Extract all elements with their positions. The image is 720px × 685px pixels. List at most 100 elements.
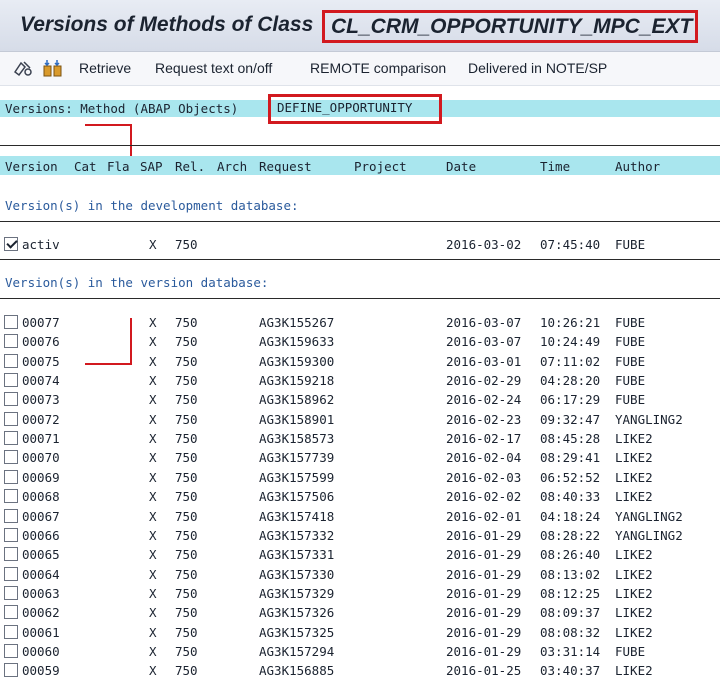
release-cell: 750 — [175, 411, 198, 427]
row-checkbox[interactable] — [4, 431, 18, 446]
table-row[interactable]: 00061 X 750 AG3K157325 2016-01-29 08:08:32 LIK… — [0, 623, 720, 642]
col-arch[interactable]: Arch — [217, 159, 247, 174]
row-checkbox[interactable] — [4, 450, 18, 465]
flag-cell: X — [149, 450, 157, 466]
row-checkbox[interactable] — [4, 237, 18, 251]
table-row[interactable]: 00076 X 750 AG3K159633 2016-03-07 10:24:49 FUB… — [0, 332, 720, 351]
active-version-row[interactable]: activ X 750 2016-03-02 07:45:40 FUBE — [0, 235, 720, 254]
row-checkbox[interactable] — [4, 527, 18, 542]
version-cell: 00075 — [22, 353, 60, 369]
row-checkbox[interactable] — [4, 353, 18, 368]
display-change-icon[interactable] — [12, 58, 34, 78]
col-release[interactable]: Rel. — [175, 159, 205, 174]
row-checkbox[interactable] — [4, 547, 18, 562]
col-author[interactable]: Author — [615, 159, 660, 174]
time-cell: 06:52:52 — [540, 469, 601, 485]
table-row[interactable]: 00060 X 750 AG3K157294 2016-01-29 03:31:14 FUB… — [0, 642, 720, 661]
row-checkbox[interactable] — [4, 643, 18, 658]
time-cell: 08:28:22 — [540, 527, 601, 543]
col-flag[interactable]: Fla — [107, 159, 130, 174]
table-row[interactable]: 00077 X 750 AG3K155267 2016-03-07 10:26:21 FUB… — [0, 313, 720, 332]
table-row[interactable]: 00074 X 750 AG3K159218 2016-02-29 04:28:20 FUB… — [0, 371, 720, 390]
table-row[interactable]: 00071 X 750 AG3K158573 2016-02-17 08:45:28 LIK… — [0, 429, 720, 448]
version-cell: 00073 — [22, 392, 60, 408]
row-checkbox[interactable] — [4, 373, 18, 388]
date-cell: 2016-03-07 — [446, 334, 522, 350]
request-cell: AG3K157329 — [259, 585, 335, 601]
version-cell: 00068 — [22, 489, 60, 505]
row-checkbox[interactable] — [4, 392, 18, 407]
version-cell: 00061 — [22, 624, 60, 640]
table-row[interactable]: 00070 X 750 AG3K157739 2016-02-04 08:29:41 LIK… — [0, 448, 720, 467]
retrieve-button[interactable]: Retrieve — [79, 60, 131, 76]
remote-comparison-button[interactable]: REMOTE comparison — [310, 60, 446, 76]
release-cell: 750 — [175, 527, 198, 543]
col-project[interactable]: Project — [354, 159, 407, 174]
row-checkbox[interactable] — [4, 508, 18, 523]
time-cell: 08:29:41 — [540, 450, 601, 466]
title-bar: Versions of Methods of Class CL_CRM_OPPO… — [0, 0, 720, 52]
col-time[interactable]: Time — [540, 159, 570, 174]
class-name-highlight: CL_CRM_OPPORTUNITY_MPC_EXT — [322, 10, 698, 43]
table-row[interactable]: 00067 X 750 AG3K157418 2016-02-01 04:18:24 YAN… — [0, 507, 720, 526]
col-request[interactable]: Request — [259, 159, 312, 174]
col-date[interactable]: Date — [446, 159, 476, 174]
release-cell: 750 — [175, 353, 198, 369]
date-cell: 2016-01-29 — [446, 566, 522, 582]
date-cell: 2016-02-24 — [446, 392, 522, 408]
table-row[interactable]: 00064 X 750 AG3K157330 2016-01-29 08:13:02 LIK… — [0, 565, 720, 584]
delivered-note-button[interactable]: Delivered in NOTE/SP — [468, 60, 607, 76]
flag-cell: X — [149, 547, 157, 563]
request-cell: AG3K156885 — [259, 663, 335, 679]
author-cell: YANGLING2 — [615, 508, 683, 524]
row-checkbox[interactable] — [4, 663, 18, 678]
time-cell: 07:11:02 — [540, 353, 601, 369]
release-cell: 750 — [175, 334, 198, 350]
release-cell: 750 — [175, 585, 198, 601]
release-cell: 750 — [175, 431, 198, 447]
author-cell: LIKE2 — [615, 624, 653, 640]
date-cell: 2016-01-29 — [446, 643, 522, 659]
time-cell: 08:09:37 — [540, 605, 601, 621]
row-checkbox[interactable] — [4, 605, 18, 620]
table-row[interactable]: 00063 X 750 AG3K157329 2016-01-29 08:12:25 LIK… — [0, 584, 720, 603]
row-checkbox[interactable] — [4, 585, 18, 600]
section-development-db: Version(s) in the development database: — [5, 198, 299, 213]
col-version[interactable]: Version — [5, 159, 58, 174]
table-row[interactable]: 00066 X 750 AG3K157332 2016-01-29 08:28:22 YAN… — [0, 526, 720, 545]
row-checkbox[interactable] — [4, 566, 18, 581]
table-row[interactable]: 00069 X 750 AG3K157599 2016-02-03 06:52:52 LIK… — [0, 468, 720, 487]
row-checkbox[interactable] — [4, 334, 18, 349]
table-row[interactable]: 00073 X 750 AG3K158962 2016-02-24 06:17:29 FUB… — [0, 390, 720, 409]
col-cat[interactable]: Cat — [74, 159, 97, 174]
request-cell: AG3K159300 — [259, 353, 335, 369]
author-cell: LIKE2 — [615, 469, 653, 485]
date-cell: 2016-02-29 — [446, 373, 522, 389]
author-cell: LIKE2 — [615, 663, 653, 679]
section-version-db: Version(s) in the version database: — [5, 275, 269, 290]
time-cell: 09:32:47 — [540, 411, 601, 427]
table-row[interactable]: 00075 X 750 AG3K159300 2016-03-01 07:11:02 FUB… — [0, 352, 720, 371]
row-checkbox[interactable] — [4, 469, 18, 484]
table-row[interactable]: 00062 X 750 AG3K157326 2016-01-29 08:09:37 LIK… — [0, 603, 720, 622]
time-cell: 08:08:32 — [540, 624, 601, 640]
col-sap[interactable]: SAP — [140, 159, 163, 174]
table-row[interactable]: 00072 X 750 AG3K158901 2016-02-23 09:32:47 YAN… — [0, 410, 720, 429]
time-cell: 08:13:02 — [540, 566, 601, 582]
annotation-line — [85, 124, 131, 126]
row-checkbox[interactable] — [4, 489, 18, 504]
row-checkbox[interactable] — [4, 411, 18, 426]
request-cell: AG3K155267 — [259, 315, 335, 330]
table-row[interactable]: 00068 X 750 AG3K157506 2016-02-02 08:40:33 LIK… — [0, 487, 720, 506]
row-checkbox[interactable] — [4, 624, 18, 639]
row-checkbox[interactable] — [4, 315, 18, 329]
compare-icon[interactable] — [42, 58, 64, 78]
table-row[interactable]: 00065 X 750 AG3K157331 2016-01-29 08:26:40 LIK… — [0, 545, 720, 564]
author-cell: LIKE2 — [615, 450, 653, 466]
divider — [0, 298, 720, 299]
author-cell: YANGLING2 — [615, 411, 683, 427]
flag-cell: X — [149, 489, 157, 505]
flag-cell: X — [149, 334, 157, 350]
table-row[interactable]: 00059 X 750 AG3K156885 2016-01-25 03:40:37 LIK… — [0, 661, 720, 680]
request-text-toggle-button[interactable]: Request text on/off — [155, 60, 272, 76]
